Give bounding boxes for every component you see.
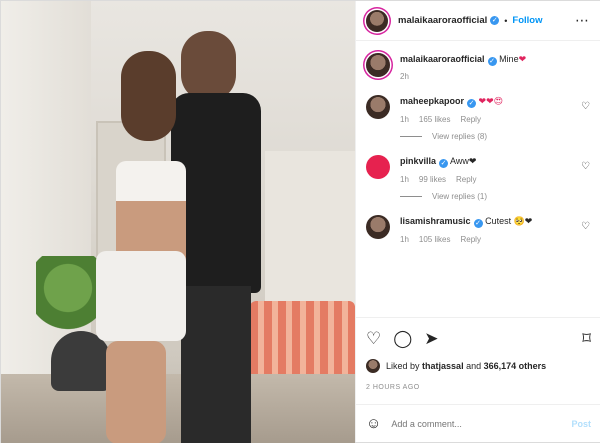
caption-time[interactable]: 2h: [400, 72, 409, 81]
comment-time[interactable]: 1h: [400, 115, 409, 124]
add-comment-bar: ☺ Post: [356, 404, 600, 442]
like-comment-icon[interactable]: ♡: [581, 221, 590, 244]
liked-by-prefix: Liked by: [386, 361, 420, 371]
verified-icon: ✓: [490, 16, 500, 25]
comment-item: maheepkapoor ✓ ❤❤😍 1h 165 likes Reply ♡: [366, 95, 590, 124]
follow-button[interactable]: Follow: [512, 15, 542, 26]
caption-username[interactable]: malaikaaroraofficial: [400, 54, 485, 64]
bookmark-icon[interactable]: ⌑: [582, 330, 591, 347]
comment-input[interactable]: [391, 418, 572, 429]
reply-button[interactable]: Reply: [456, 175, 476, 184]
comment-likes[interactable]: 105 likes: [419, 235, 451, 244]
like-comment-icon[interactable]: ♡: [581, 101, 590, 124]
separator-dot: •: [504, 15, 508, 26]
like-comment-icon[interactable]: ♡: [581, 161, 590, 184]
liked-by-and: and: [466, 361, 482, 371]
post-dialog: malaikaaroraofficial ✓ • Follow ⋯ malaik…: [0, 0, 600, 443]
comments-panel: malaikaaroraofficial ✓ • Follow ⋯ malaik…: [355, 1, 600, 442]
view-replies-label: View replies (1): [432, 192, 487, 201]
post-header: malaikaaroraofficial ✓ • Follow ⋯: [356, 1, 600, 41]
action-bar: ♡ ◯ ➤ ⌑: [356, 317, 600, 359]
author-avatar[interactable]: [366, 9, 388, 32]
comment-icon[interactable]: ◯: [393, 330, 412, 347]
post-timestamp[interactable]: 2 HOURS AGO: [366, 384, 420, 391]
comment-text: ❤❤😍: [478, 96, 504, 106]
more-options-icon[interactable]: ⋯: [575, 12, 590, 29]
commenter-avatar[interactable]: [366, 95, 390, 119]
view-replies-button[interactable]: View replies (8): [400, 132, 590, 141]
caption-avatar[interactable]: [366, 53, 390, 77]
likes-count[interactable]: 366,174 others: [484, 361, 547, 371]
view-replies-label: View replies (8): [432, 132, 487, 141]
comment-time[interactable]: 1h: [400, 175, 409, 184]
verified-icon: ✓: [487, 57, 497, 66]
emoji-icon[interactable]: ☺: [366, 415, 381, 432]
reply-button[interactable]: Reply: [460, 235, 480, 244]
commenter-username[interactable]: maheepkapoor: [400, 96, 464, 106]
view-replies-button[interactable]: View replies (1): [400, 192, 590, 201]
comment-time[interactable]: 1h: [400, 235, 409, 244]
comment-likes[interactable]: 99 likes: [419, 175, 446, 184]
comment-text: Aww❤: [450, 156, 477, 166]
comment-list[interactable]: malaikaaroraofficial ✓ Mine❤ 2h maheepkap…: [356, 41, 600, 317]
post-comment-button[interactable]: Post: [571, 419, 591, 429]
comment-item: lisamishramusic ✓ Cutest 🥺❤ 1h 105 likes …: [366, 215, 590, 244]
verified-icon: ✓: [439, 159, 449, 168]
commenter-username[interactable]: lisamishramusic: [400, 216, 471, 226]
commenter-avatar[interactable]: [366, 155, 390, 179]
commenter-avatar[interactable]: [366, 215, 390, 239]
caption-text: Mine: [499, 54, 519, 64]
post-photo[interactable]: [1, 1, 355, 443]
reply-button[interactable]: Reply: [460, 115, 480, 124]
comment-text: Cutest 🥺❤: [485, 216, 533, 226]
liker-avatar[interactable]: [366, 359, 380, 373]
like-icon[interactable]: ♡: [366, 330, 381, 347]
verified-icon: ✓: [473, 219, 483, 228]
comment-item: pinkvilla ✓ Aww❤ 1h 99 likes Reply ♡: [366, 155, 590, 184]
likes-summary: Liked by thatjassal and 366,174 others: [366, 359, 546, 373]
share-icon[interactable]: ➤: [424, 330, 438, 347]
verified-icon: ✓: [467, 99, 477, 108]
author-username[interactable]: malaikaaroraofficial: [398, 15, 487, 26]
heart-emoji: ❤: [518, 54, 527, 64]
caption: malaikaaroraofficial ✓ Mine❤ 2h: [366, 53, 590, 81]
commenter-username[interactable]: pinkvilla: [400, 156, 436, 166]
comment-likes[interactable]: 165 likes: [419, 115, 451, 124]
liked-by-user[interactable]: thatjassal: [422, 361, 464, 371]
